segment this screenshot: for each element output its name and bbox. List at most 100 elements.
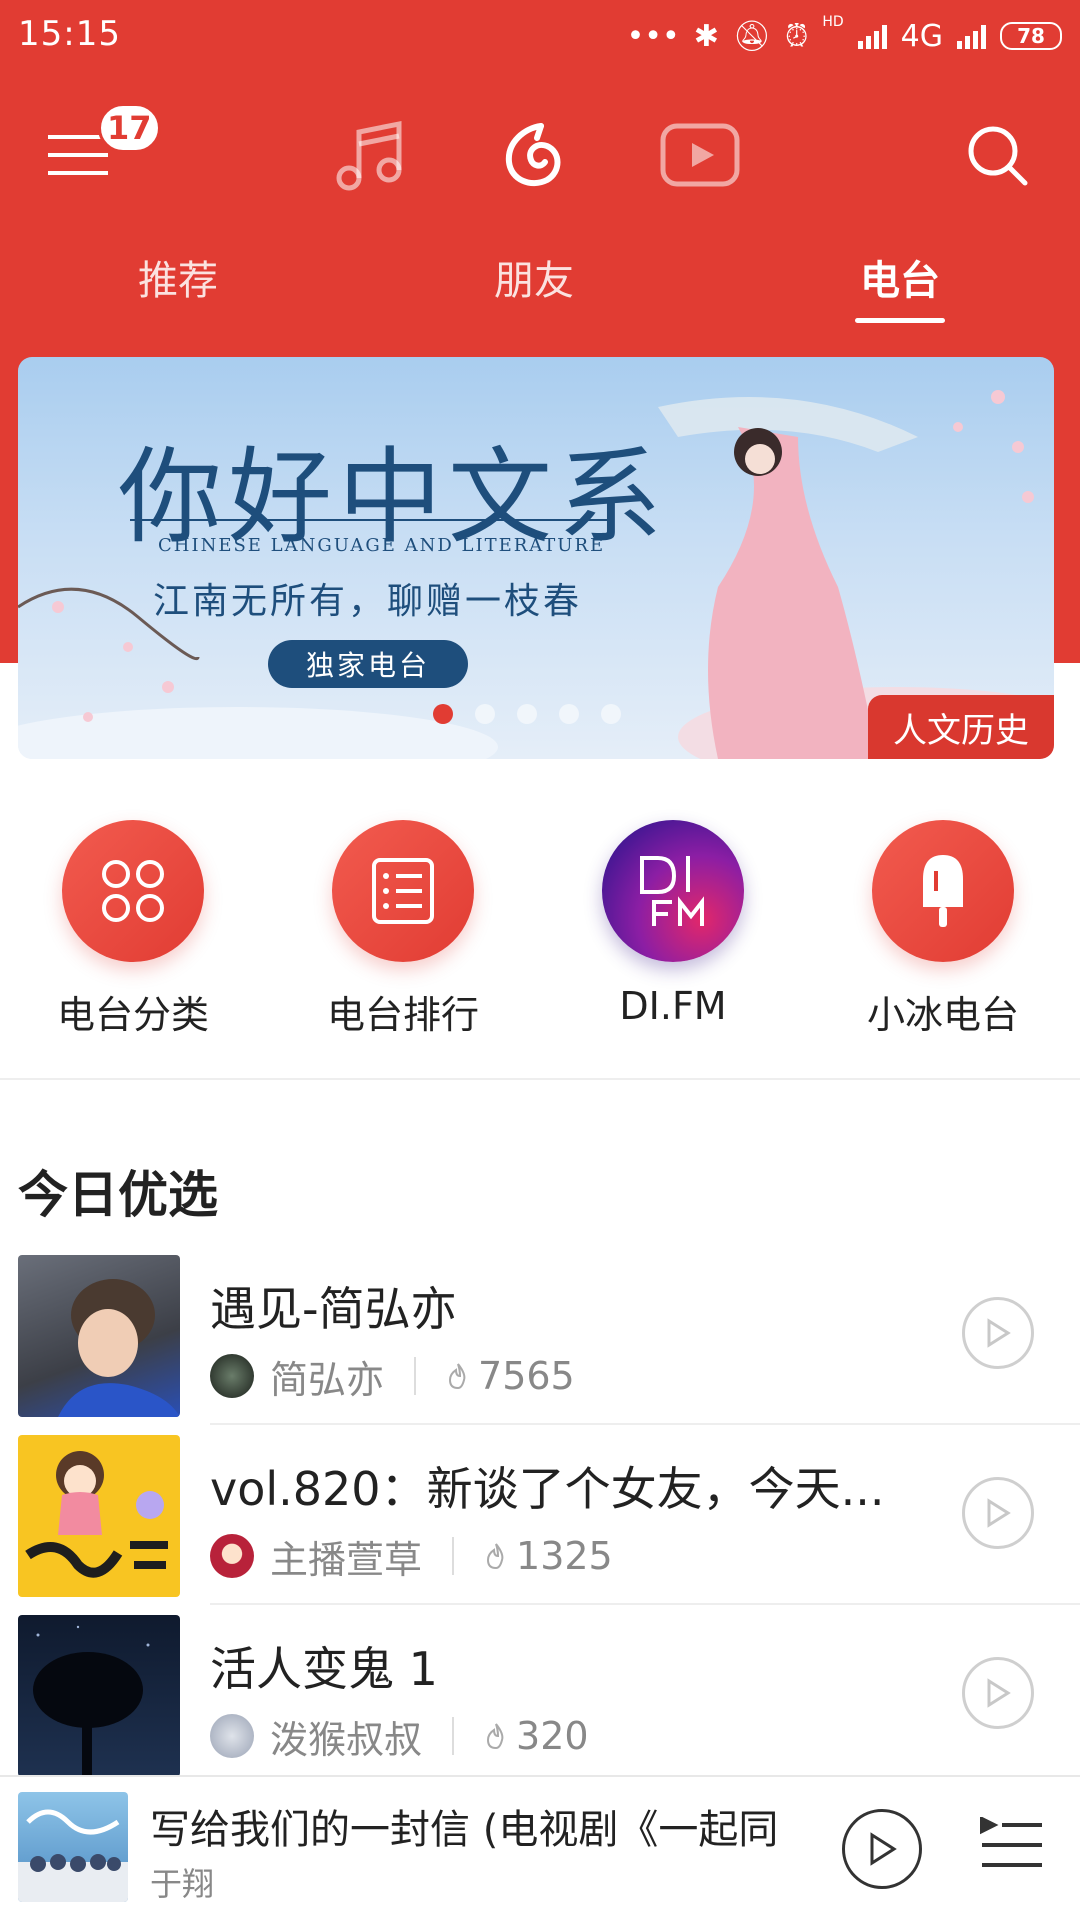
radio-category-button[interactable]: 电台分类 [18,820,248,1039]
row-divider [210,1603,1080,1605]
banner-pill: 独家电台 [268,640,468,688]
program-title: 遇见-简弘亦 [210,1282,457,1336]
program-thumbnail [18,1255,180,1417]
host-name: 主播萱草 [270,1537,423,1582]
discover-button[interactable] [474,95,594,215]
play-count: 1325 [516,1534,613,1578]
notification-badge: 17 [98,103,161,153]
battery-level: 78 [1017,24,1045,48]
battery-icon: 78 [1000,22,1062,50]
grid-icon [62,820,204,962]
program-meta: 简弘亦 7565 [210,1353,575,1402]
meta-divider [452,1717,455,1755]
quick-action-label: 电台分类 [56,993,209,1037]
banner-subtitle: 江南无所有，聊赠一枝春 [153,581,583,622]
play-icon [987,1678,1011,1708]
playlist-icon [980,1815,1042,1867]
banner-category-tag: 人文历史 [868,695,1054,759]
player-play-button[interactable] [842,1809,922,1889]
row-divider [210,1423,1080,1425]
list-icon [332,820,474,962]
play-count: 7565 [478,1354,575,1398]
signal-icon [857,23,887,49]
program-meta: 泼猴叔叔 320 [210,1713,589,1762]
program-thumbnail [18,1615,180,1777]
avatar [210,1714,254,1758]
section-title: 今日优选 [18,1166,218,1224]
tab-friends[interactable]: 朋友 [434,248,634,306]
fire-icon [487,1543,504,1570]
tab-radio[interactable]: 电台 [800,248,1000,306]
program-title: vol.820：新谈了个女友，今天... [210,1462,885,1516]
carousel-dots [433,704,621,724]
quick-action-label: 电台排行 [326,993,479,1037]
status-time: 15:15 [18,14,121,54]
alarm-icon: ⏰︎ [784,18,809,54]
carousel-dot[interactable] [517,704,537,724]
now-playing-artist: 于翔 [150,1865,215,1903]
top-nav: 17 [0,95,1080,215]
quick-action-label: 小冰电台 [866,993,1019,1037]
menu-button[interactable]: 17 [18,95,161,215]
quick-actions: 电台分类 电台排行 DI.FM 小冰电台 [0,820,1080,1040]
now-playing-cover [18,1792,128,1902]
radio-ranking-button[interactable]: 电台排行 [288,820,518,1039]
music-button[interactable] [310,95,430,215]
carousel-dot[interactable] [601,704,621,724]
play-button[interactable] [962,1297,1034,1369]
carousel-dot[interactable] [433,704,453,724]
signal-2-icon [957,23,986,49]
fire-icon [449,1363,466,1390]
status-icons: ••• ✱ 🔕︎ ⏰︎ HD 4G 78 [627,14,1062,58]
banner-rule [130,519,610,521]
play-button[interactable] [962,1657,1034,1729]
meta-divider [452,1537,455,1575]
tab-bar: 推荐 朋友 电台 [0,248,1080,328]
play-icon [987,1318,1011,1348]
play-icon [870,1832,897,1866]
bluetooth-icon: ✱ [693,18,719,54]
hd-label: HD [822,14,844,30]
banner[interactable]: 你好中文系 CHINESE LANGUAGE AND LITERATURE 江南… [18,357,1054,759]
netease-logo-icon [505,123,561,187]
difm-button[interactable]: DI.FM [558,820,788,1028]
play-icon [987,1498,1011,1528]
more-icon: ••• [626,18,680,54]
network-label: 4G [900,18,943,54]
program-thumbnail [18,1435,180,1597]
host-name: 泼猴叔叔 [270,1717,423,1762]
carousel-dot[interactable] [559,704,579,724]
tab-recommend[interactable]: 推荐 [78,248,278,306]
program-meta: 主播萱草 1325 [210,1533,613,1582]
program-title: 活人变鬼 1 [210,1642,438,1696]
banner-english: CHINESE LANGUAGE AND LITERATURE [158,535,606,556]
music-note-icon [336,120,402,191]
meta-divider [414,1357,417,1395]
xiaobing-radio-button[interactable]: 小冰电台 [828,820,1058,1039]
program-list: 遇见-简弘亦 简弘亦 7565 vol.820：新谈了个女友，今天... 主播萱… [0,1255,1080,1795]
video-button[interactable] [640,95,760,215]
list-item[interactable]: 遇见-简弘亦 简弘亦 7565 [0,1255,1080,1435]
status-bar: 15:15 ••• ✱ 🔕︎ ⏰︎ HD 4G 78 [0,0,1080,75]
host-name: 简弘亦 [270,1357,385,1402]
mini-player[interactable]: 写给我们的一封信 (电视剧《一起同 于翔 [0,1775,1080,1922]
fire-icon [487,1723,504,1750]
list-item[interactable]: vol.820：新谈了个女友，今天... 主播萱草 1325 [0,1435,1080,1615]
now-playing-title: 写给我们的一封信 (电视剧《一起同 [150,1807,779,1853]
quick-action-label: DI.FM [619,984,727,1028]
tab-indicator [855,318,945,323]
video-play-icon [660,123,740,187]
play-count: 320 [516,1714,589,1758]
play-button[interactable] [962,1477,1034,1549]
difm-logo [602,820,744,962]
avatar [210,1534,254,1578]
carousel-dot[interactable] [475,704,495,724]
playlist-button[interactable] [980,1815,1044,1877]
search-icon [968,126,1028,186]
avatar [210,1354,254,1398]
mute-icon: 🔕︎ [732,18,771,54]
list-item[interactable]: 活人变鬼 1 泼猴叔叔 320 [0,1615,1080,1795]
search-button[interactable] [937,95,1057,215]
popsicle-icon [872,820,1014,962]
section-divider [0,1078,1080,1080]
